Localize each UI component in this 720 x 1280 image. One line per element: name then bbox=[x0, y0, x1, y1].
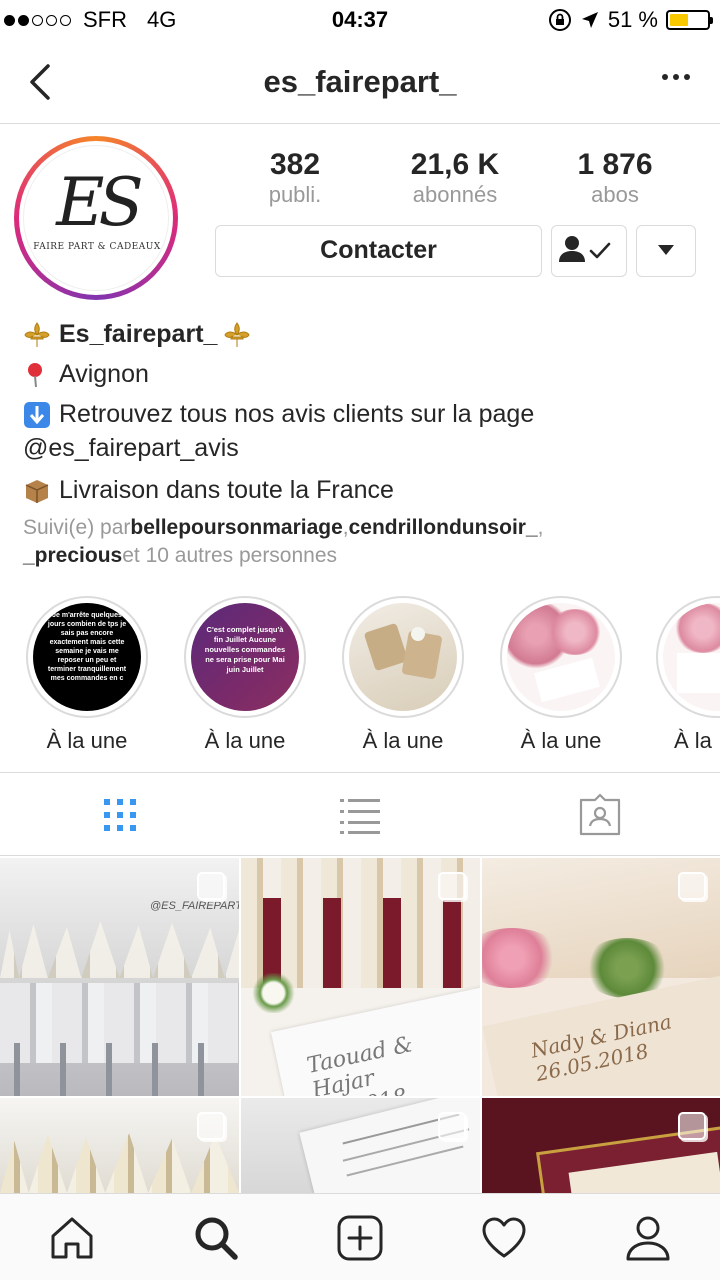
fleur-de-lis-icon bbox=[24, 321, 50, 347]
logo-caption: FAIRE PART & CADEAUX bbox=[33, 242, 161, 252]
bio-name-line: Es_fairepart_ bbox=[23, 320, 251, 349]
bio-location-line: Avignon bbox=[23, 360, 149, 389]
logo-monogram: ES bbox=[56, 164, 143, 241]
stat-following-value: 1 876 bbox=[577, 148, 653, 181]
suggestions-dropdown-button[interactable] bbox=[636, 225, 696, 277]
instagram-profile-screen: SFR 4G 04:37 51 % es_fairepart_ ES FAIRE… bbox=[0, 0, 720, 1280]
stat-followers-label: abonnés bbox=[412, 182, 498, 207]
stat-posts-value: 382 bbox=[269, 148, 321, 181]
highlight-label: À la une bbox=[46, 728, 128, 753]
list-icon[interactable] bbox=[338, 793, 382, 837]
highlight-label: À la une bbox=[204, 728, 286, 753]
stat-followers[interactable]: 21,6 K abonnés bbox=[385, 148, 525, 208]
stat-followers-value: 21,6 K bbox=[410, 148, 500, 181]
top-navigation: es_fairepart_ bbox=[0, 40, 720, 124]
bio-reviews-line: Retrouvez tous nos avis clients sur la p… bbox=[23, 400, 534, 429]
stat-following[interactable]: 1 876 abos bbox=[545, 148, 685, 208]
profile-icon[interactable] bbox=[624, 1214, 672, 1262]
profile-username: es_fairepart_ bbox=[263, 64, 457, 99]
avatar-logo: ES FAIRE PART & CADEAUX bbox=[23, 145, 169, 291]
person-check-icon bbox=[559, 236, 611, 262]
story-highlight[interactable]: C'est complet jusqu'à fin Juillet Aucune… bbox=[184, 596, 306, 754]
post-thumbnail[interactable]: Taouad & Hajar 05.2018 bbox=[241, 858, 480, 1096]
story-highlight[interactable]: Je m'arrête quelques jours combien de tp… bbox=[26, 596, 148, 754]
multi-select-icon[interactable] bbox=[438, 872, 466, 900]
highlight-text: Je m'arrête quelques jours combien de tp… bbox=[47, 612, 127, 682]
battery-percent: 51 % bbox=[607, 7, 658, 32]
bio-location: Avignon bbox=[59, 360, 149, 388]
status-bar: SFR 4G 04:37 51 % bbox=[0, 0, 720, 40]
story-highlight[interactable]: À la bbox=[656, 596, 720, 754]
highlight-label: À la une bbox=[362, 728, 444, 753]
followed-suffix: et 10 autres personnes bbox=[122, 544, 338, 567]
grid-icon[interactable] bbox=[98, 793, 142, 837]
story-highlight[interactable]: À la une bbox=[342, 596, 464, 754]
followed-by-line-1[interactable]: Suivi(e) par bellepoursonmariage , cendr… bbox=[23, 516, 543, 540]
location-arrow-icon bbox=[581, 12, 598, 28]
post-thumbnail[interactable]: Nady & Diana 26.05.2018 bbox=[482, 858, 720, 1096]
highlight-label: À la une bbox=[520, 728, 602, 753]
multi-select-icon[interactable] bbox=[197, 872, 225, 900]
search-icon[interactable] bbox=[192, 1214, 240, 1262]
bio-reviews-text: Retrouvez tous nos avis clients sur la p… bbox=[59, 400, 535, 428]
stat-following-label: abos bbox=[591, 182, 639, 207]
post-thumbnail[interactable] bbox=[0, 1098, 239, 1193]
more-dots-icon[interactable] bbox=[662, 74, 690, 80]
bio-reviews-handle[interactable]: @es_fairepart_avis bbox=[23, 434, 239, 463]
add-post-icon[interactable] bbox=[336, 1214, 384, 1262]
followed-user-1[interactable]: bellepoursonmariage bbox=[130, 516, 342, 540]
post-watermark: @ES_FAIREPART bbox=[150, 900, 239, 912]
orientation-lock-icon bbox=[548, 9, 571, 31]
followed-by-line-2[interactable]: _precious et 10 autres personnes bbox=[23, 544, 337, 568]
post-thumbnail[interactable]: @ES_FAIREPART bbox=[0, 858, 239, 1096]
story-highlight[interactable]: À la une bbox=[500, 596, 622, 754]
stat-posts-label: publi. bbox=[268, 182, 322, 207]
home-icon[interactable] bbox=[48, 1214, 96, 1262]
multi-select-icon[interactable] bbox=[197, 1112, 225, 1140]
bio-reviews-handle-line: @es_fairepart_avis bbox=[23, 434, 239, 463]
bio-name: Es_fairepart_ bbox=[59, 320, 218, 348]
post-thumbnail[interactable] bbox=[241, 1098, 480, 1193]
bio-delivery: Livraison dans toute la France bbox=[59, 476, 394, 504]
contact-button[interactable]: Contacter bbox=[215, 225, 542, 277]
caret-down-icon bbox=[658, 245, 674, 255]
multi-select-icon[interactable] bbox=[678, 872, 706, 900]
down-arrow-icon bbox=[24, 401, 50, 428]
bottom-navigation bbox=[0, 1193, 720, 1280]
avatar[interactable]: ES FAIRE PART & CADEAUX bbox=[14, 136, 178, 300]
highlight-text: C'est complet jusqu'à fin Juillet Aucune… bbox=[204, 625, 286, 674]
tagged-icon[interactable] bbox=[578, 793, 622, 837]
pin-icon bbox=[28, 362, 42, 387]
bio-delivery-line: Livraison dans toute la France bbox=[23, 476, 394, 505]
highlight-label: À la bbox=[674, 728, 712, 753]
multi-select-icon[interactable] bbox=[678, 1112, 706, 1140]
package-icon bbox=[25, 479, 49, 503]
following-button[interactable] bbox=[551, 225, 627, 277]
post-thumbnail[interactable] bbox=[482, 1098, 720, 1193]
heart-icon[interactable] bbox=[480, 1214, 528, 1262]
followed-user-3[interactable]: _precious bbox=[23, 544, 122, 568]
battery-icon bbox=[666, 10, 713, 30]
multi-select-icon[interactable] bbox=[438, 1112, 466, 1140]
fleur-de-lis-icon bbox=[224, 321, 251, 347]
followed-prefix: Suivi(e) par bbox=[23, 516, 131, 539]
followed-user-2[interactable]: cendrillondunsoir_ bbox=[349, 516, 538, 540]
profile-tabs bbox=[0, 772, 720, 856]
followed-separator-2: , bbox=[537, 516, 544, 539]
stat-posts[interactable]: 382 publi. bbox=[225, 148, 365, 208]
